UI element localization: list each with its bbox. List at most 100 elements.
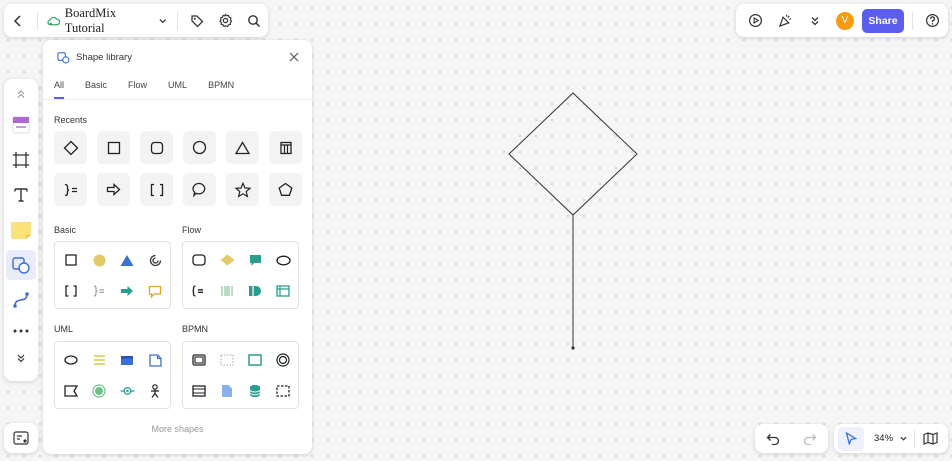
more-tools-button[interactable] xyxy=(6,320,36,342)
bpmn-pool[interactable] xyxy=(189,381,209,401)
uml-actor[interactable] xyxy=(145,381,165,401)
basic-triangle[interactable] xyxy=(117,250,137,270)
diamond-shape xyxy=(508,92,638,216)
basic-spiral[interactable] xyxy=(145,250,165,270)
shape-tool[interactable] xyxy=(6,250,36,280)
library-tabs: All Basic Flow UML BPMN xyxy=(43,74,312,100)
template-tool[interactable] xyxy=(6,110,36,140)
celebrate-button[interactable] xyxy=(770,6,800,36)
bpmn-shapes-group[interactable] xyxy=(182,341,299,409)
search-button[interactable] xyxy=(239,6,268,36)
text-tool[interactable] xyxy=(6,180,36,210)
ellipse-icon xyxy=(64,355,78,365)
present-button[interactable] xyxy=(740,6,770,36)
flow-comment[interactable] xyxy=(245,250,265,270)
uml-section-title: UML xyxy=(54,324,74,334)
top-toolbar: BoardMix Tutorial xyxy=(4,4,268,37)
expand-down-button[interactable] xyxy=(6,347,36,369)
data-object-icon xyxy=(222,385,232,397)
arrow-right-icon xyxy=(106,183,121,196)
recent-diamond[interactable] xyxy=(54,131,87,164)
sticky-note-tool[interactable] xyxy=(6,215,36,245)
more-shapes-link[interactable]: More shapes xyxy=(43,424,312,434)
basic-square[interactable] xyxy=(61,250,81,270)
settings-button[interactable] xyxy=(211,6,240,36)
undo-icon xyxy=(766,433,780,445)
basic-callout[interactable] xyxy=(145,281,165,301)
cloud-icon xyxy=(47,16,61,25)
basic-brackets[interactable] xyxy=(61,281,81,301)
flow-terminator[interactable] xyxy=(273,250,293,270)
outline-panel-button[interactable] xyxy=(4,423,38,453)
tag-button[interactable] xyxy=(182,6,211,36)
document-title-menu[interactable]: BoardMix Tutorial xyxy=(41,6,173,36)
bpmn-event-subprocess[interactable] xyxy=(273,381,293,401)
recent-star[interactable] xyxy=(226,173,259,206)
share-button[interactable]: Share xyxy=(862,8,904,33)
tab-flow[interactable]: Flow xyxy=(128,74,147,99)
recent-brace-note[interactable] xyxy=(54,173,87,206)
user-avatar[interactable]: V xyxy=(836,11,854,30)
flow-delay[interactable] xyxy=(245,281,265,301)
select-tool-button[interactable] xyxy=(838,426,864,451)
recent-pentagon[interactable] xyxy=(269,173,302,206)
recent-rounded-square[interactable] xyxy=(140,131,173,164)
recent-speech-bubble[interactable] xyxy=(183,173,216,206)
bpmn-section-title: BPMN xyxy=(182,324,209,334)
flow-process[interactable] xyxy=(189,250,209,270)
uml-final-state[interactable] xyxy=(89,381,109,401)
bpmn-intermediate-event[interactable] xyxy=(273,350,293,370)
recent-column[interactable] xyxy=(269,131,302,164)
recent-arrow[interactable] xyxy=(97,173,130,206)
flow-decision[interactable] xyxy=(217,250,237,270)
uml-class[interactable] xyxy=(89,350,109,370)
help-icon xyxy=(925,13,939,28)
bpmn-group[interactable] xyxy=(217,350,237,370)
basic-brace-note[interactable] xyxy=(89,281,109,301)
undo-button[interactable] xyxy=(758,424,788,454)
recent-triangle[interactable] xyxy=(226,131,259,164)
connector-tool[interactable] xyxy=(6,285,36,315)
cursor-icon xyxy=(845,432,857,445)
tab-uml[interactable]: UML xyxy=(168,74,187,99)
flow-shapes-group[interactable] xyxy=(182,241,299,309)
double-rect-icon xyxy=(192,354,206,366)
pentagon-icon xyxy=(278,182,293,196)
uml-shapes-group[interactable] xyxy=(54,341,171,409)
delay-icon xyxy=(249,286,261,296)
basic-circle[interactable] xyxy=(89,250,109,270)
minimap-button[interactable] xyxy=(919,424,941,454)
back-button[interactable] xyxy=(4,6,33,36)
uml-note[interactable] xyxy=(145,350,165,370)
uml-package[interactable] xyxy=(117,350,137,370)
close-button[interactable] xyxy=(286,49,302,65)
zoom-dropdown[interactable] xyxy=(899,434,908,443)
flow-annotation[interactable] xyxy=(189,281,209,301)
uml-use-case[interactable] xyxy=(61,350,81,370)
uml-signal[interactable] xyxy=(61,381,81,401)
recent-circle[interactable] xyxy=(183,131,216,164)
collapse-button[interactable] xyxy=(800,6,830,36)
tab-bpmn[interactable]: BPMN xyxy=(208,74,234,99)
tab-all[interactable]: All xyxy=(54,74,65,99)
bpmn-transaction[interactable] xyxy=(189,350,209,370)
ellipse-icon xyxy=(275,255,291,265)
redo-button[interactable] xyxy=(795,424,825,454)
basic-shapes-group[interactable] xyxy=(54,241,171,309)
help-button[interactable] xyxy=(917,6,947,36)
zoom-level[interactable]: 34% xyxy=(874,433,893,444)
frame-tool[interactable] xyxy=(6,145,36,175)
bpmn-task[interactable] xyxy=(245,350,265,370)
flow-internal-storage[interactable] xyxy=(273,281,293,301)
basic-arrow[interactable] xyxy=(117,281,137,301)
bpmn-data-object[interactable] xyxy=(217,381,237,401)
uml-interface[interactable] xyxy=(117,381,137,401)
recent-square[interactable] xyxy=(97,131,130,164)
flow-subprocess[interactable] xyxy=(217,281,237,301)
play-circle-icon xyxy=(748,13,762,28)
bpmn-data-store[interactable] xyxy=(245,381,265,401)
tab-basic[interactable]: Basic xyxy=(85,74,107,99)
recent-brackets[interactable] xyxy=(140,173,173,206)
square-icon xyxy=(107,141,120,154)
collapse-up-button[interactable] xyxy=(6,83,36,105)
